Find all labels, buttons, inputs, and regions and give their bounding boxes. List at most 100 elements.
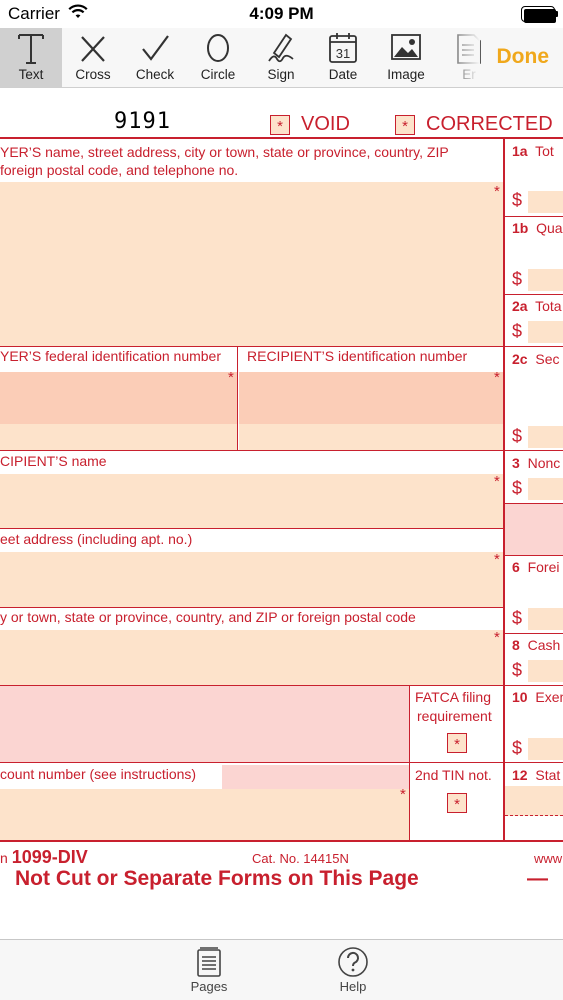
box-1a-field[interactable] [528, 191, 563, 213]
box-1b-label: Qua [536, 220, 563, 236]
box-6-field[interactable] [528, 608, 563, 630]
required-asterisk: * [494, 369, 500, 386]
rule [0, 840, 563, 842]
circle-tool-button[interactable]: Circle [187, 28, 249, 87]
calendar-icon: 31 [329, 33, 357, 63]
account-number-field[interactable] [0, 789, 409, 840]
circle-icon [207, 34, 229, 62]
toolbar-scroll-fade [440, 28, 480, 87]
box-10-label: Exem [535, 689, 563, 705]
do-not-cut-dash: — [527, 867, 548, 890]
help-tab-label: Help [339, 979, 367, 994]
rule [505, 633, 563, 634]
box-6-number: 6 [512, 559, 520, 575]
pages-tab[interactable]: Pages [169, 946, 249, 994]
blank-pink-area [0, 686, 409, 762]
date-tool-button[interactable]: 31 Date [312, 28, 374, 87]
box-10-dollar: $ [512, 738, 523, 758]
rule [503, 137, 505, 841]
form-name: 1099-DIV [11, 847, 88, 867]
cross-icon [81, 36, 105, 62]
rule [0, 528, 503, 529]
rule [505, 685, 563, 686]
check-tool-label: Check [135, 67, 175, 82]
check-tool-button[interactable]: Check [124, 28, 186, 87]
box-10-field[interactable] [528, 738, 563, 760]
pages-icon [197, 947, 221, 977]
done-button[interactable]: Done [497, 45, 550, 69]
image-icon [391, 34, 421, 60]
do-not-cut-notice: Not Cut or Separate Forms on This Page [15, 867, 419, 890]
box-2c-dollar: $ [512, 426, 523, 446]
fatca-label-2: requirement [417, 708, 492, 724]
void-label: VOID [301, 113, 350, 135]
sign-tool-button[interactable]: Sign [250, 28, 312, 87]
box-8-field[interactable] [528, 660, 563, 682]
street-address-label: eet address (including apt. no.) [0, 531, 193, 547]
box-12-field[interactable] [505, 786, 563, 816]
required-asterisk: * [494, 473, 500, 490]
payer-name-label: YER’S name, street address, city or town… [0, 144, 449, 160]
box-1b-number: 1b [512, 220, 529, 236]
payer-tin-field[interactable] [0, 372, 237, 424]
box-8-number: 8 [512, 637, 520, 653]
cross-tool-label: Cross [75, 67, 111, 82]
required-asterisk: * [494, 551, 500, 568]
box-1b-field[interactable] [528, 269, 563, 291]
city-field[interactable] [0, 630, 503, 685]
required-asterisk: * [400, 786, 406, 803]
box-2c-label: Sec [535, 351, 560, 367]
www-text: www [534, 851, 563, 866]
svg-text:31: 31 [336, 46, 350, 61]
recipient-tin-field[interactable] [239, 372, 503, 424]
box-1a-number: 1a [512, 143, 528, 159]
box-3-field[interactable] [528, 478, 563, 500]
box-6-dollar: $ [512, 608, 523, 628]
fatca-checkbox[interactable]: * [447, 733, 467, 753]
box-2c-field[interactable] [528, 426, 563, 448]
text-tool-button[interactable]: Text [0, 28, 62, 87]
rule [0, 607, 503, 608]
annotation-toolbar: Text Cross Check Circle Sign 31 Date Ima… [0, 28, 563, 88]
city-label: y or town, state or province, country, a… [0, 609, 416, 625]
circle-tool-label: Circle [200, 67, 236, 82]
box-1b-dollar: $ [512, 269, 523, 289]
payer-info-field[interactable] [0, 182, 503, 346]
street-address-field[interactable] [0, 552, 503, 607]
box-4-area [505, 504, 563, 556]
signature-icon [268, 33, 294, 63]
date-tool-label: Date [328, 67, 358, 82]
payer-name-label-2: foreign postal code, and telephone no. [0, 162, 239, 178]
second-tin-checkbox[interactable]: * [447, 793, 467, 813]
form-1099-div: 9191 * VOID * CORRECTED YER’S name, stre… [0, 89, 563, 939]
rule [505, 762, 563, 763]
image-tool-button[interactable]: Image [375, 28, 437, 87]
rule [0, 346, 503, 347]
box-8-label: Cash [527, 637, 561, 653]
corrected-checkbox[interactable]: * [395, 115, 415, 135]
recipient-name-label: CIPIENT’S name [0, 453, 107, 469]
box-12-label: Stat [535, 767, 561, 783]
account-number-field-top [222, 765, 409, 789]
recipient-tin-label: RECIPIENT’S identification number [247, 348, 468, 364]
required-asterisk: * [494, 183, 500, 200]
help-tab[interactable]: Help [313, 946, 393, 994]
rule [0, 137, 563, 139]
bottom-tab-bar: Pages Help [0, 939, 563, 1000]
account-number-label: count number (see instructions) [0, 766, 197, 782]
rule [0, 762, 503, 763]
pages-tab-label: Pages [190, 979, 228, 994]
box-3-label: Nonc [527, 455, 561, 471]
void-checkbox[interactable]: * [270, 115, 290, 135]
form-code-number: 9191 [114, 109, 171, 134]
recipient-name-field[interactable] [0, 474, 503, 528]
box-3-dollar: $ [512, 478, 523, 498]
cross-tool-button[interactable]: Cross [62, 28, 124, 87]
box-6-label: Forei [527, 559, 560, 575]
rule [505, 346, 563, 347]
payer-tin-label: YER’S federal identification number [0, 348, 222, 364]
text-tool-label: Text [18, 67, 44, 82]
rule [505, 216, 563, 217]
box-12-number: 12 [512, 767, 528, 783]
box-2a-field[interactable] [528, 321, 563, 343]
